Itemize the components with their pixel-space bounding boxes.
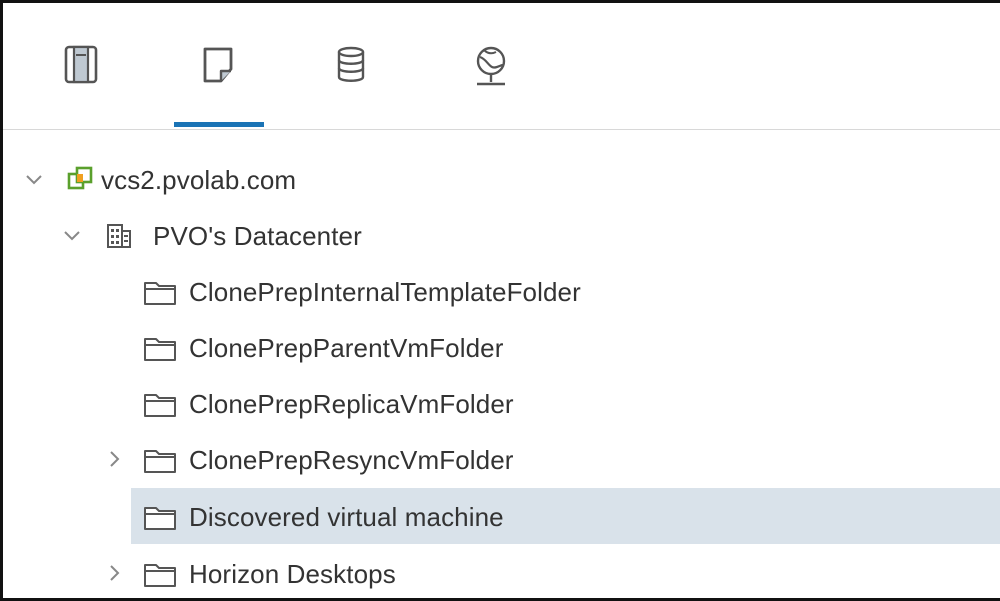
active-tab-indicator <box>174 122 264 127</box>
folder-icon <box>144 338 176 361</box>
tree-item-label: ClonePrepReplicaVmFolder <box>189 389 514 419</box>
tree-item-folder[interactable]: ClonePrepInternalTemplateFolder <box>3 263 1000 319</box>
tree-item-label: ClonePrepInternalTemplateFolder <box>189 277 581 307</box>
tree-item-folder[interactable]: ClonePrepResyncVmFolder <box>3 431 1000 487</box>
tree-item-label: Horizon Desktops <box>189 559 396 589</box>
chevron-right-icon[interactable] <box>103 562 125 584</box>
chevron-down-icon[interactable] <box>23 168 45 190</box>
chevron-right-icon[interactable] <box>103 448 125 470</box>
folder-icon <box>144 450 176 473</box>
tree-item-datacenter[interactable]: PVO's Datacenter <box>3 207 1000 263</box>
folder-icon <box>144 564 176 587</box>
vms-and-templates-icon <box>203 47 233 83</box>
tree-item-label: vcs2.pvolab.com <box>101 165 297 195</box>
tree-item-label: Discovered virtual machine <box>189 502 504 532</box>
inventory-panel: vcs2.pvolab.com PVO's Datacenter ClonePr… <box>0 0 1000 601</box>
tree-item-label: ClonePrepParentVmFolder <box>189 333 504 363</box>
tab-vms-and-templates[interactable] <box>188 45 248 115</box>
tab-networking[interactable] <box>461 45 521 115</box>
tab-hosts-and-clusters[interactable] <box>51 45 111 115</box>
storage-icon <box>337 46 365 82</box>
datacenter-icon <box>107 224 131 248</box>
chevron-down-icon[interactable] <box>61 224 83 246</box>
tree-item-folder[interactable]: ClonePrepParentVmFolder <box>3 319 1000 375</box>
networking-icon <box>476 46 506 86</box>
hosts-and-clusters-icon <box>64 45 98 84</box>
tab-storage[interactable] <box>321 45 381 115</box>
tree-item-folder[interactable]: ClonePrepReplicaVmFolder <box>3 375 1000 431</box>
vcenter-icon <box>67 166 93 190</box>
tree-item-vcenter[interactable]: vcs2.pvolab.com <box>3 151 1000 207</box>
tree-item-folder-selected[interactable]: Discovered virtual machine <box>3 488 1000 544</box>
folder-icon <box>144 282 176 305</box>
tree-item-label: ClonePrepResyncVmFolder <box>189 445 514 475</box>
tree-item-folder[interactable]: Horizon Desktops <box>3 545 1000 601</box>
tree-item-label: PVO's Datacenter <box>153 221 362 251</box>
folder-icon <box>144 507 176 530</box>
folder-icon <box>144 394 176 417</box>
inventory-tabs <box>3 3 1000 130</box>
